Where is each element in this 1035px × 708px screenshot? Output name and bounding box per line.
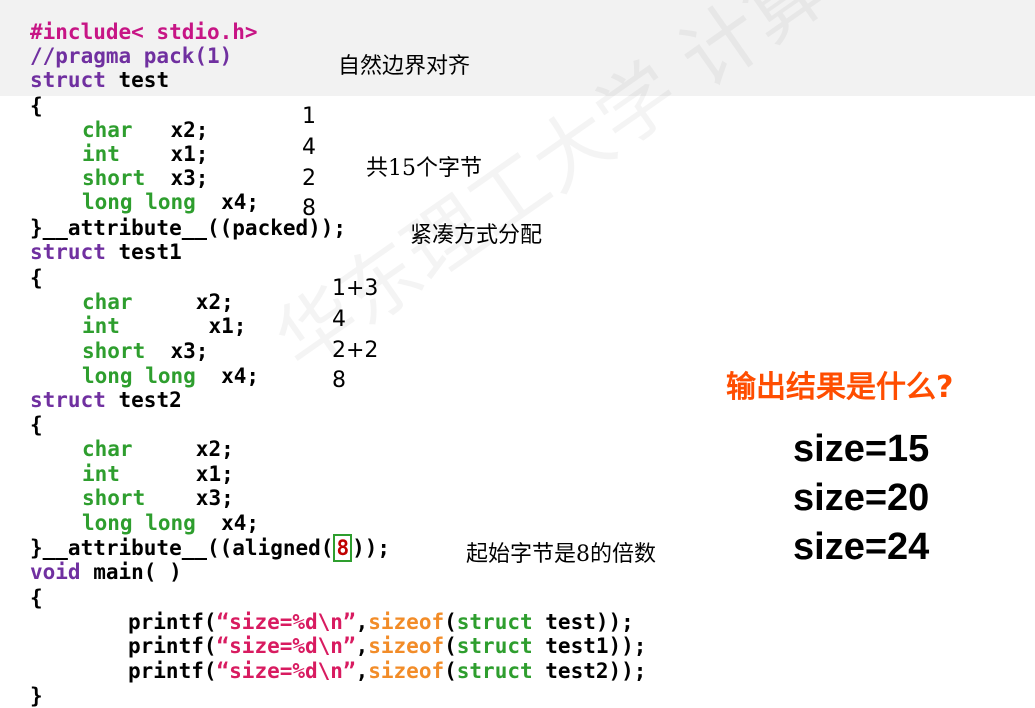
note-aligned: 起始字节是8的倍数: [466, 542, 656, 567]
open-brace: {: [30, 266, 43, 290]
result-2: size=20: [793, 477, 930, 519]
note-packed: 紧凑方式分配: [410, 223, 543, 248]
field-short: short x3;: [82, 166, 209, 190]
size-test-char: 1: [302, 104, 316, 129]
field-char: char x2;: [82, 437, 234, 461]
main-signature: void main( ): [30, 560, 182, 584]
struct-test1-line: struct test1: [30, 240, 182, 264]
struct-test2-line: struct test2: [30, 388, 182, 412]
struct-test-line: struct test: [30, 68, 169, 92]
pragma-line: //pragma pack(1): [30, 44, 233, 68]
field-long-long: long long x4;: [82, 511, 260, 535]
size-test1-int: 4: [332, 307, 346, 332]
size-test-int: 4: [302, 135, 316, 160]
result-3: size=24: [793, 526, 930, 568]
attr-packed-line: }__attribute__((packed));: [30, 216, 347, 240]
include-line: #include< stdio.h>: [30, 20, 258, 44]
open-brace: {: [30, 586, 43, 610]
field-char: char x2;: [82, 118, 209, 142]
size-test1-short: 2+2: [332, 338, 379, 363]
field-long-long: long long x4;: [82, 364, 260, 388]
open-brace: {: [30, 413, 43, 437]
result-1: size=15: [793, 428, 930, 470]
size-test1-char: 1+3: [332, 276, 379, 301]
question-heading: 输出结果是什么?: [726, 370, 954, 405]
field-int: int x1;: [82, 314, 247, 338]
field-int: int x1;: [82, 462, 234, 486]
printf-line-1: printf(“size=%d\n”,sizeof(struct test));: [128, 610, 634, 634]
attr-aligned-line: }__attribute__((aligned(8));: [30, 534, 391, 562]
aligned-value-box: 8: [333, 534, 353, 562]
struct-name: test: [118, 68, 170, 92]
open-brace: {: [30, 94, 43, 118]
close-brace: }: [30, 684, 43, 708]
printf-line-2: printf(“size=%d\n”,sizeof(struct test1))…: [128, 634, 647, 658]
field-long-long: long long x4;: [82, 190, 260, 214]
field-int: int x1;: [82, 142, 209, 166]
field-short: short x3;: [82, 486, 234, 510]
note-natural-align: 自然边界对齐: [338, 54, 471, 79]
field-short: short x3;: [82, 339, 209, 363]
note-total-15: 共15个字节: [366, 156, 482, 181]
size-test-long-long: 8: [302, 196, 316, 221]
struct-keyword: struct: [30, 68, 106, 92]
printf-line-3: printf(“size=%d\n”,sizeof(struct test2))…: [128, 659, 647, 683]
field-char: char x2;: [82, 290, 234, 314]
size-test-short: 2: [302, 166, 316, 191]
size-test1-long-long: 8: [332, 368, 346, 393]
